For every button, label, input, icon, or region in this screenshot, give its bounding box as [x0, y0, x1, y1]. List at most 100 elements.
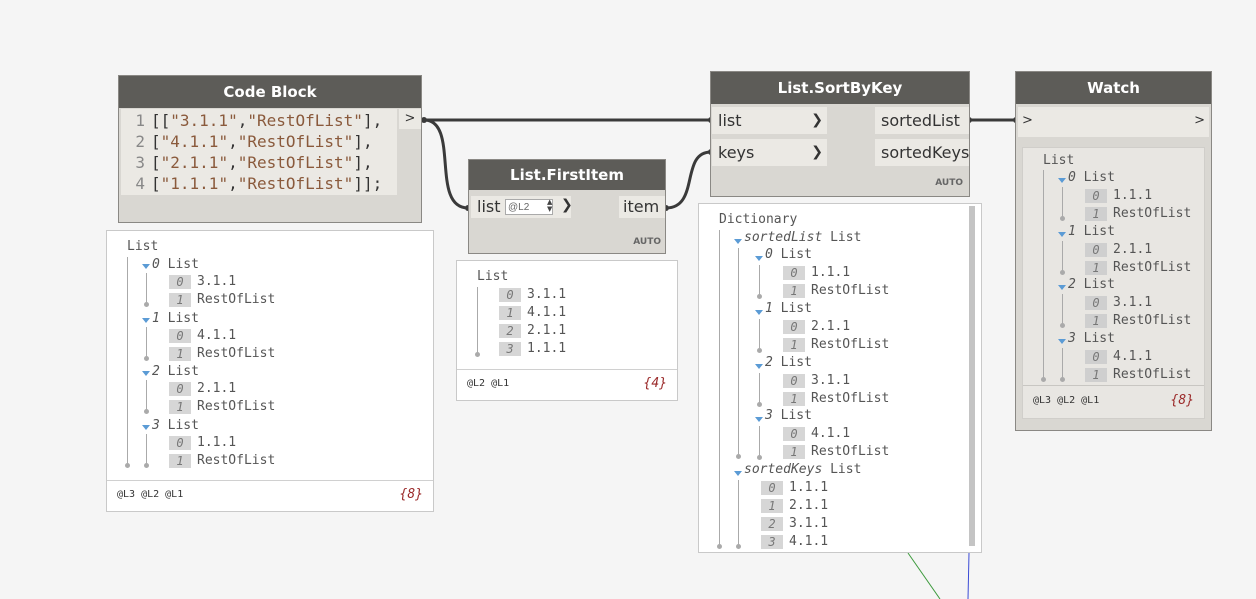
expand-icon[interactable]	[142, 425, 150, 430]
group-type: List	[780, 408, 812, 423]
group-type: List	[167, 364, 199, 379]
node-title[interactable]: List.FirstItem	[469, 160, 665, 190]
group-index: 3	[152, 418, 160, 433]
wire-firstitem-to-sortbykey-keys[interactable]	[665, 150, 712, 210]
item-index: 0	[761, 481, 783, 495]
dictionary-key-label: sortedKeys List	[744, 462, 861, 477]
tree-group-label: 2 List	[152, 364, 199, 379]
item-value: 3.1.1	[1113, 295, 1153, 310]
lacing-indicator[interactable]: AUTO	[633, 237, 661, 247]
expand-icon[interactable]	[142, 264, 150, 269]
expand-icon[interactable]	[734, 239, 742, 244]
item-value: 1.1.1	[811, 265, 851, 280]
item-value: 4.1.1	[811, 426, 851, 441]
code-line: 1 [["3.1.1","RestOfList"],	[121, 111, 382, 130]
node-title[interactable]: List.SortByKey	[711, 72, 969, 104]
code-token: ,	[228, 132, 238, 151]
code-string: "RestOfList"	[237, 153, 354, 172]
item-value: 4.1.1	[789, 534, 829, 549]
code-block-node[interactable]: Code Block 1 [["3.1.1","RestOfList"], 2 ["…	[118, 75, 422, 223]
tree-group-label: 3 List	[152, 418, 199, 433]
first-item-preview[interactable]: List 0 3.1.1 1 4.1.1 2 2.1.1 3 1.1.1 @L2…	[456, 260, 678, 401]
dictionary-key: sortedKeys	[744, 462, 823, 477]
expand-icon[interactable]	[1058, 178, 1066, 183]
expand-icon[interactable]	[1058, 232, 1066, 237]
level-stepper[interactable]: ▲ ▼	[547, 199, 557, 214]
expand-icon[interactable]	[755, 256, 763, 261]
item-value: RestOfList	[1113, 313, 1192, 328]
item-value: 3.1.1	[527, 287, 567, 302]
tree-guide	[759, 319, 760, 349]
tree-guide	[1062, 241, 1063, 271]
expand-icon[interactable]	[1058, 339, 1066, 344]
code-block-preview[interactable]: List 0 List 0 3.1.1 1 RestOfList 1 List …	[106, 230, 434, 512]
item-index: 1	[783, 284, 805, 298]
line-number: 2	[135, 132, 145, 151]
watch-preview[interactable]: List 0 List 0 1.1.1 1 RestOfList 1 List …	[1022, 147, 1205, 419]
group-index: 3	[1068, 331, 1076, 346]
output-port[interactable]: >	[1194, 113, 1205, 128]
item-value: RestOfList	[197, 453, 276, 468]
group-index: 2	[152, 364, 160, 379]
list-levels: @L3 @L2 @L1	[1033, 395, 1100, 406]
input-port-label: keys	[718, 143, 755, 162]
item-value: 4.1.1	[527, 305, 567, 320]
item-index: 1	[783, 338, 805, 352]
group-type: List	[167, 311, 199, 326]
tree-group-label: 1 List	[152, 311, 199, 326]
tree-end-dot	[144, 356, 149, 361]
code-editor[interactable]: 1 [["3.1.1","RestOfList"], 2 ["4.1.1","Res…	[121, 109, 397, 195]
tree-group-label: 0 List	[765, 247, 812, 262]
expand-icon[interactable]	[755, 364, 763, 369]
output-port-item[interactable]: item	[619, 196, 665, 218]
item-value: 3.1.1	[789, 516, 829, 531]
list-level-field[interactable]	[505, 199, 553, 215]
item-value: RestOfList	[197, 399, 276, 414]
tree-root-label: List	[477, 269, 509, 284]
item-value: RestOfList	[1113, 260, 1192, 275]
wire-codeblock-to-firstitem[interactable]	[423, 118, 469, 210]
input-port-keys[interactable]: keys ❯	[712, 139, 827, 166]
item-value: 4.1.1	[197, 328, 237, 343]
expand-icon[interactable]	[755, 310, 763, 315]
item-count: {8}	[399, 487, 423, 502]
input-port-list[interactable]: list ❯	[712, 107, 827, 134]
expand-icon[interactable]	[142, 371, 150, 376]
output-port[interactable]: >	[399, 109, 421, 129]
expand-icon[interactable]	[1058, 285, 1066, 290]
item-index: 0	[1085, 350, 1107, 364]
group-type: List	[1083, 331, 1115, 346]
output-port-sortedlist[interactable]: sortedList	[875, 107, 969, 134]
output-port-sortedkeys[interactable]: sortedKeys	[875, 139, 969, 166]
sort-by-key-preview[interactable]: Dictionary sortedList List 0 List 0 1.1.…	[698, 203, 982, 553]
code-string: "1.1.1"	[160, 174, 229, 193]
item-index: 1	[499, 306, 521, 320]
line-number: 3	[135, 153, 145, 172]
tree-guide	[738, 248, 739, 454]
item-value: RestOfList	[811, 337, 890, 352]
group-index: 2	[1068, 277, 1076, 292]
tree-guide	[146, 273, 147, 303]
input-port-list[interactable]: list ▲▼ ❯	[471, 196, 573, 218]
preview-footer: @L3 @L2 @L1 {8}	[107, 480, 433, 511]
output-port-label: item	[623, 197, 660, 216]
code-token: ],	[353, 153, 373, 172]
list-levels: @L3 @L2 @L1	[117, 489, 184, 500]
item-value: RestOfList	[1113, 206, 1192, 221]
item-index: 0	[169, 436, 191, 450]
expand-icon[interactable]	[734, 471, 742, 476]
sort-by-key-node[interactable]: List.SortByKey list ❯ keys ❯ sortedList …	[710, 71, 970, 197]
input-port[interactable]: >	[1022, 113, 1033, 128]
group-type: List	[780, 355, 812, 370]
item-index: 0	[169, 275, 191, 289]
node-title[interactable]: Watch	[1016, 72, 1211, 104]
item-value: 4.1.1	[1113, 349, 1153, 364]
expand-icon[interactable]	[142, 318, 150, 323]
lacing-indicator[interactable]: AUTO	[935, 178, 963, 188]
expand-icon[interactable]	[755, 417, 763, 422]
watch-node[interactable]: Watch > > List 0 List 0 1.1.1 1 RestOfLi…	[1015, 71, 1212, 431]
first-item-node[interactable]: List.FirstItem list ▲▼ ❯ item AUTO	[468, 159, 666, 254]
item-index: 1	[169, 454, 191, 468]
node-title[interactable]: Code Block	[119, 76, 421, 108]
scrollbar[interactable]	[969, 206, 975, 546]
